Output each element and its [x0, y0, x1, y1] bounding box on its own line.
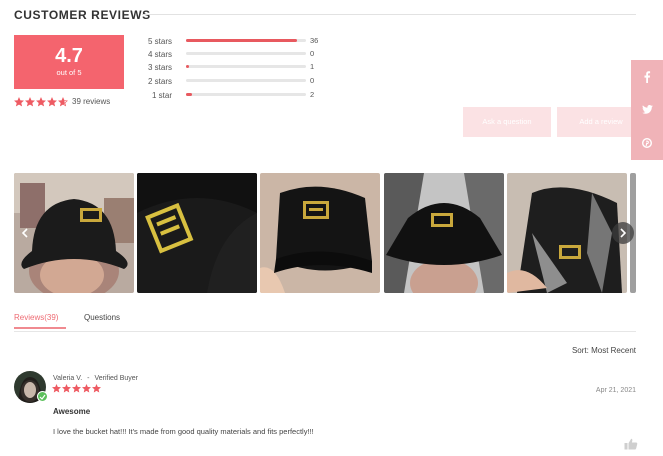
star-icon	[58, 96, 68, 106]
review-photo[interactable]	[137, 173, 257, 293]
pinterest-icon	[642, 137, 652, 148]
reviewer-separator: -	[87, 375, 90, 382]
review-date: Apr 21, 2021	[595, 387, 636, 394]
breakdown-count: 1	[310, 62, 315, 71]
review-rating	[52, 384, 102, 393]
chevron-right-icon	[620, 228, 627, 238]
star-icon	[92, 384, 101, 393]
tab-reviews[interactable]: Reviews(39)	[14, 313, 58, 322]
average-score: 4.7	[55, 45, 83, 67]
twitter-share-button[interactable]	[631, 93, 663, 126]
star-icon	[25, 96, 35, 106]
breakdown-row-2[interactable]: 2 stars 0	[148, 76, 338, 86]
breakdown-label: 3 stars	[148, 62, 173, 72]
average-score-box: 4.7 out of 5	[14, 35, 124, 89]
breakdown-bar	[186, 79, 306, 82]
average-stars: 39 reviews	[14, 96, 110, 107]
helpful-button[interactable]	[624, 437, 638, 450]
star-icon	[82, 384, 91, 393]
review-photo[interactable]	[384, 173, 504, 293]
breakdown-count: 36	[310, 36, 319, 45]
star-icon	[72, 384, 81, 393]
breakdown-row-5[interactable]: 5 stars 36	[148, 36, 338, 46]
breakdown-label: 4 stars	[148, 49, 173, 59]
breakdown-bar	[186, 52, 306, 55]
sort-label: Sort:	[571, 346, 589, 355]
chevron-left-icon	[21, 228, 28, 238]
breakdown-row-3[interactable]: 3 stars 1	[148, 62, 338, 72]
breakdown-bar	[186, 39, 306, 42]
star-icon	[14, 96, 24, 106]
breakdown-label: 5 stars	[148, 36, 173, 46]
breakdown-bar-fill	[186, 39, 297, 42]
breakdown-count: 2	[310, 90, 315, 99]
review-photo[interactable]	[507, 173, 627, 293]
star-icon	[47, 96, 57, 106]
review-title: Awesome	[53, 407, 91, 416]
verified-buyer-badge: Verified Buyer	[94, 375, 139, 382]
ask-question-button[interactable]: Ask a question	[463, 107, 551, 137]
star-icon	[52, 384, 61, 393]
review-photo[interactable]	[260, 173, 380, 293]
review-count: 39 reviews	[72, 97, 111, 106]
reviewer-name: Valeria V.	[53, 375, 83, 382]
title-divider	[142, 14, 636, 15]
facebook-icon	[644, 70, 651, 83]
facebook-share-button[interactable]	[631, 60, 663, 93]
sort-dropdown[interactable]: Sort: Most Recent	[572, 346, 636, 355]
section-title: CUSTOMER REVIEWS	[14, 8, 151, 22]
twitter-icon	[641, 105, 653, 114]
breakdown-row-1[interactable]: 1 star 2	[148, 90, 338, 100]
breakdown-count: 0	[310, 49, 315, 58]
breakdown-bar	[186, 65, 306, 68]
breakdown-bar-fill	[186, 65, 190, 68]
breakdown-label: 2 stars	[148, 76, 173, 86]
breakdown-bar-fill	[186, 93, 193, 96]
active-tab-indicator	[14, 327, 66, 329]
reviewer-info: Valeria V. - Verified Buyer	[53, 375, 138, 382]
breakdown-row-4[interactable]: 4 stars 0	[148, 49, 338, 59]
star-icon	[36, 96, 46, 106]
score-scale: out of 5	[56, 68, 82, 77]
gallery-prev-button[interactable]	[14, 222, 36, 244]
thumbs-up-icon	[624, 438, 638, 450]
breakdown-label: 1 star	[152, 90, 173, 100]
sort-value: Most Recent	[591, 346, 636, 355]
review-photo-gallery	[14, 173, 636, 293]
breakdown-count: 0	[310, 76, 315, 85]
star-icon	[62, 384, 71, 393]
review-body: I love the bucket hat!!! It's made from …	[53, 427, 314, 436]
tabs-divider	[14, 331, 636, 332]
verified-check-icon	[37, 391, 48, 402]
pinterest-share-button[interactable]	[631, 126, 663, 159]
tab-questions[interactable]: Questions	[84, 313, 120, 322]
gallery-next-button[interactable]	[612, 222, 634, 244]
social-share-bar	[631, 60, 663, 160]
breakdown-bar	[186, 93, 306, 96]
